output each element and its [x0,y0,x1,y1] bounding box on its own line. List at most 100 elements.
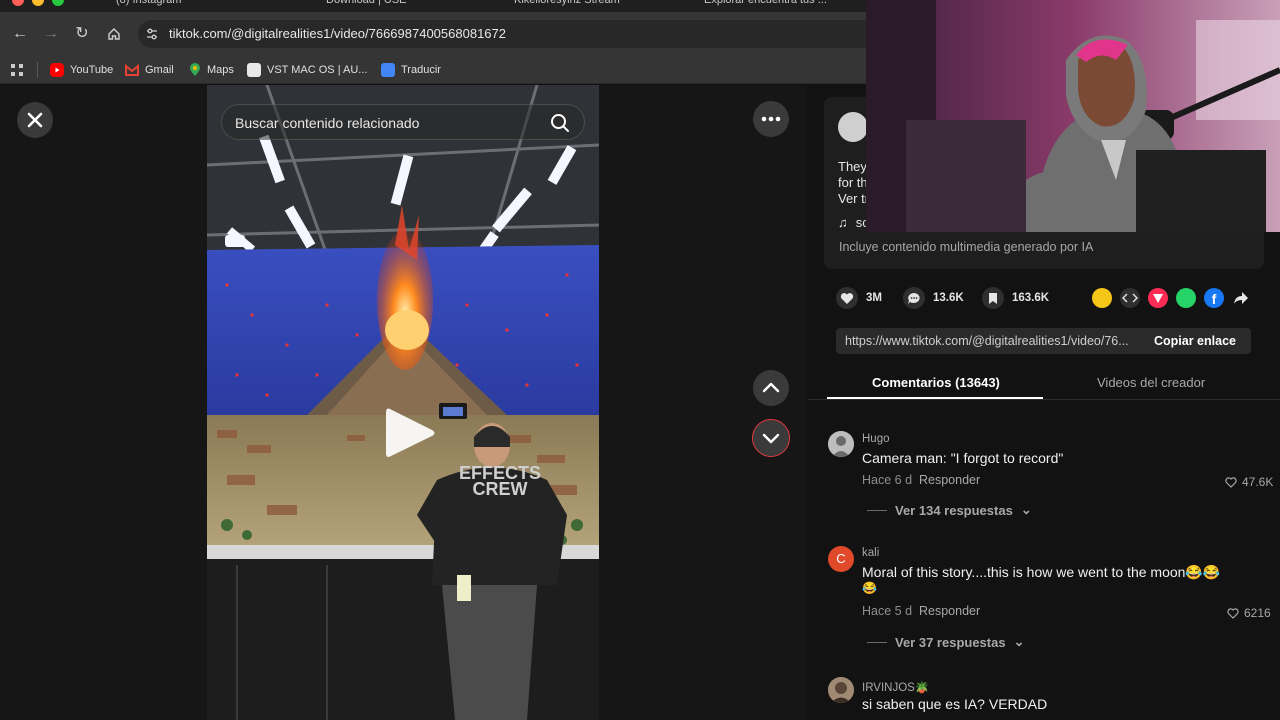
like-count: 3M [866,292,882,304]
repost-icon[interactable] [1092,288,1112,308]
bookmark-label: Traducir [401,64,441,76]
comment-username[interactable]: Hugo [862,433,890,445]
bookmark-youtube[interactable]: YouTube [50,60,113,80]
view-replies-label: Ver 37 respuestas [895,634,1006,650]
embed-icon[interactable] [1120,288,1140,308]
close-video-button[interactable] [17,102,53,138]
comment-text: si saben que es IA? VERDAD [862,696,1048,712]
chevron-down-icon: ⌄ [1013,634,1025,649]
save-button[interactable]: 163.6K [982,287,1049,309]
bookmark-label: VST MAC OS | AU... [267,64,368,76]
minimize-window-icon[interactable] [32,0,44,6]
description-line-3[interactable]: Ver tr [838,191,869,206]
bookmark-label: Gmail [145,64,174,76]
comment-count: 13.6K [933,292,964,304]
close-icon [27,112,43,128]
comment-icon [903,287,925,309]
comment-avatar[interactable] [828,431,854,457]
comment-time: Hace 5 d [862,604,913,618]
bookmarks-bar: YouTube Gmail Maps VST MAC OS | AU... Tr… [0,56,866,84]
comment-like-count: 47.6K [1242,475,1274,489]
next-video-button[interactable] [752,419,790,457]
comment-text-continued: 😂 [862,581,877,595]
heart-icon [836,287,858,309]
copy-link-button[interactable]: Copiar enlace [1139,328,1251,354]
comment-username[interactable]: kali [862,547,879,559]
bookmark-traducir[interactable]: Traducir [381,60,441,80]
tab-download[interactable]: Download | USE [326,0,407,10]
more-options-button[interactable] [753,101,789,137]
description-line-1: They [838,159,867,174]
comment-username[interactable]: IRVINJOS🪴 [862,680,929,694]
comment-avatar[interactable]: C [828,546,854,572]
back-arrow-icon[interactable]: ← [8,22,32,46]
shirt-text-2: CREW [473,479,528,499]
apps-grid-icon[interactable] [10,60,24,80]
vst-icon [247,63,261,77]
tab-instagram[interactable]: (8) Instagram [116,0,181,10]
facebook-icon[interactable]: f [1204,288,1224,308]
view-replies-button[interactable]: Ver 134 respuestas ⌄ [867,502,1032,518]
reply-button[interactable]: Responder [919,473,980,487]
maps-pin-icon [190,63,200,76]
address-bar[interactable]: tiktok.com/@digitalrealities1/video/7666… [138,20,878,48]
tab-explorar[interactable]: Explorar encuentra tus ... [704,0,827,10]
tab-comments[interactable]: Comentarios (13643) [872,375,1000,390]
reply-button[interactable]: Responder [919,604,980,618]
active-tab-indicator [827,397,1043,399]
comment-time: Hace 6 d [862,473,913,487]
sound-row[interactable]: ♫ sc [838,215,869,230]
bookmark-label: Maps [207,64,234,76]
tab-creator-videos[interactable]: Videos del creador [1097,375,1205,390]
streamer-webcam-illustration [866,0,1280,232]
bookmark-gmail[interactable]: Gmail [125,60,174,80]
close-window-icon[interactable] [12,0,24,6]
heart-outline-icon [1227,607,1239,619]
webcam-overlay [866,0,1280,232]
bookmark-maps[interactable]: Maps [189,60,234,80]
comment-button[interactable]: 13.6K [903,287,964,309]
comment-like-button[interactable]: 47.6K [1225,475,1273,489]
replies-line [867,509,887,511]
reload-icon[interactable]: ↻ [70,22,94,46]
view-replies-label: Ver 134 respuestas [895,502,1013,518]
search-icon[interactable] [549,112,571,134]
chevron-down-icon: ⌄ [1020,502,1032,517]
url-text[interactable]: tiktok.com/@digitalrealities1/video/7666… [169,26,506,41]
video-player[interactable]: EFFECTS CREW [207,85,599,720]
bookmarks-divider [37,62,38,78]
translate-icon [381,63,395,77]
bookmark-vst[interactable]: VST MAC OS | AU... [247,60,367,80]
creator-avatar[interactable] [838,112,868,142]
youtube-icon [50,63,64,77]
heart-outline-icon [1225,476,1237,488]
zoom-window-icon[interactable] [52,0,64,6]
whatsapp-icon[interactable] [1176,288,1196,308]
site-settings-icon[interactable] [145,27,159,41]
chevron-up-icon [762,382,780,393]
bookmark-label: YouTube [70,64,114,76]
related-search-input[interactable]: Buscar contenido relacionado [221,104,585,140]
tabs-divider [808,399,1280,400]
play-icon[interactable] [382,405,438,461]
tab-stream[interactable]: Kikelloresylnz Stream [514,0,620,10]
view-replies-button[interactable]: Ver 37 respuestas ⌄ [867,634,1024,650]
share-link-box[interactable]: https://www.tiktok.com/@digitalrealities… [836,328,1251,354]
share-link-text[interactable]: https://www.tiktok.com/@digitalrealities… [845,334,1129,348]
comment-like-button[interactable]: 6216 [1227,606,1271,620]
like-button[interactable]: 3M [836,287,882,309]
comment-text: Moral of this story....this is how we we… [862,564,1221,580]
home-icon[interactable] [102,22,126,46]
previous-video-button[interactable] [753,370,789,406]
video-frame-illustration: EFFECTS CREW [207,85,599,720]
send-icon[interactable] [1148,288,1168,308]
comment-like-count: 6216 [1244,606,1271,620]
search-placeholder: Buscar contenido relacionado [235,115,420,131]
replies-line [867,641,887,643]
chevron-down-icon [762,433,780,444]
browser-tab-strip: (8) Instagram Download | USE Kikelloresy… [0,0,866,12]
bookmark-icon [982,287,1004,309]
share-arrow-icon[interactable] [1233,290,1249,306]
forward-arrow-icon[interactable]: → [39,22,63,46]
comment-avatar[interactable] [828,677,854,703]
